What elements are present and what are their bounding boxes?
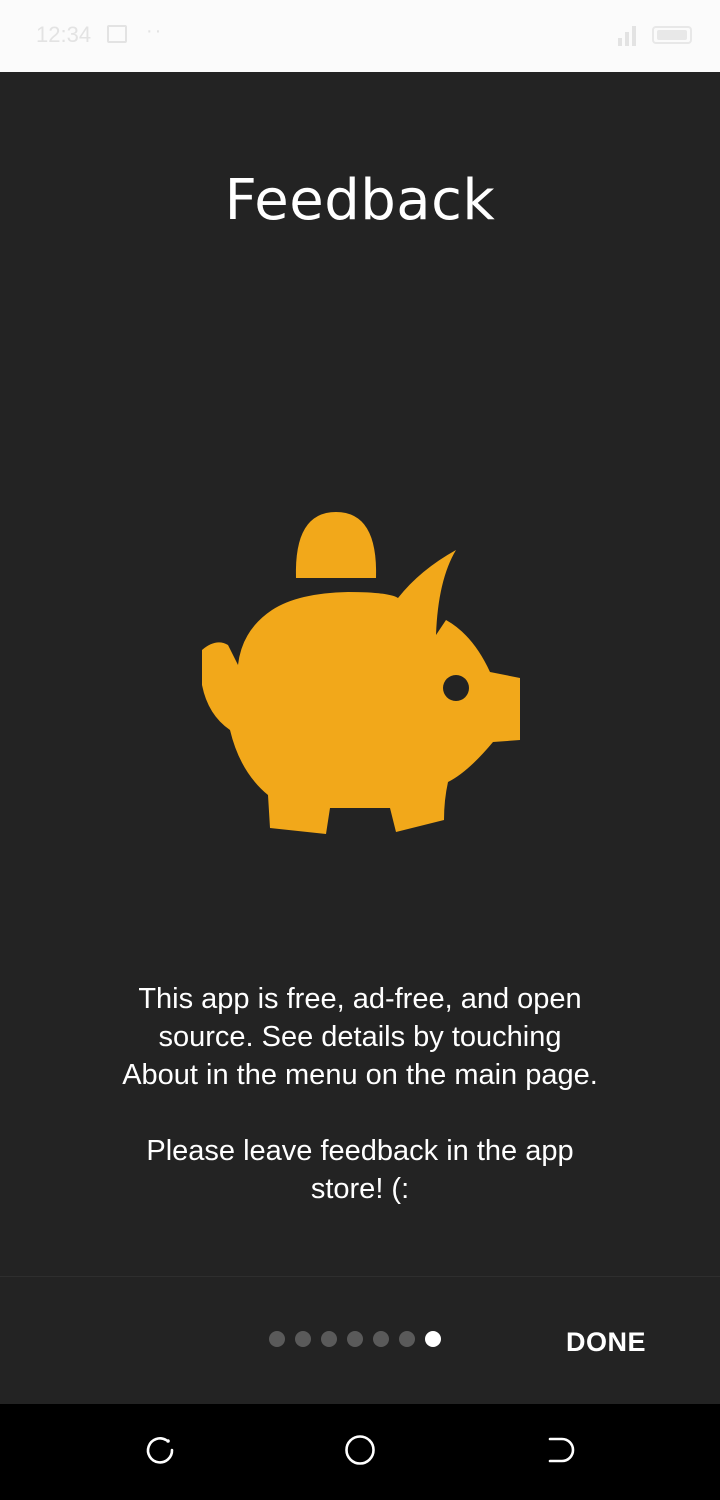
page-dot xyxy=(399,1331,415,1347)
page-indicator xyxy=(269,1331,441,1347)
recents-icon[interactable] xyxy=(142,1432,178,1468)
description-paragraph-1: This app is free, ad-free, and open sour… xyxy=(122,983,598,1091)
page-dot xyxy=(321,1331,337,1347)
feedback-description: This app is free, ad-free, and open sour… xyxy=(120,980,600,1208)
page-dot xyxy=(373,1331,389,1347)
page-dot xyxy=(347,1331,363,1347)
status-bar: 12:34 ·· xyxy=(0,0,720,72)
signal-icon xyxy=(618,26,636,46)
done-button[interactable]: DONE xyxy=(556,1320,656,1364)
status-time: 12:34 xyxy=(36,22,92,47)
page-dot-active xyxy=(425,1331,441,1347)
status-more-dots: ·· xyxy=(146,20,164,42)
home-icon[interactable] xyxy=(342,1432,378,1468)
page-title: Feedback xyxy=(224,168,496,233)
back-icon[interactable] xyxy=(542,1432,578,1468)
battery-icon xyxy=(652,26,692,44)
image-icon xyxy=(107,25,127,43)
page-dot xyxy=(295,1331,311,1347)
piggy-bank-icon xyxy=(202,512,520,834)
page-dot xyxy=(269,1331,285,1347)
description-paragraph-2: Please leave feedback in the app store! … xyxy=(146,1135,574,1205)
